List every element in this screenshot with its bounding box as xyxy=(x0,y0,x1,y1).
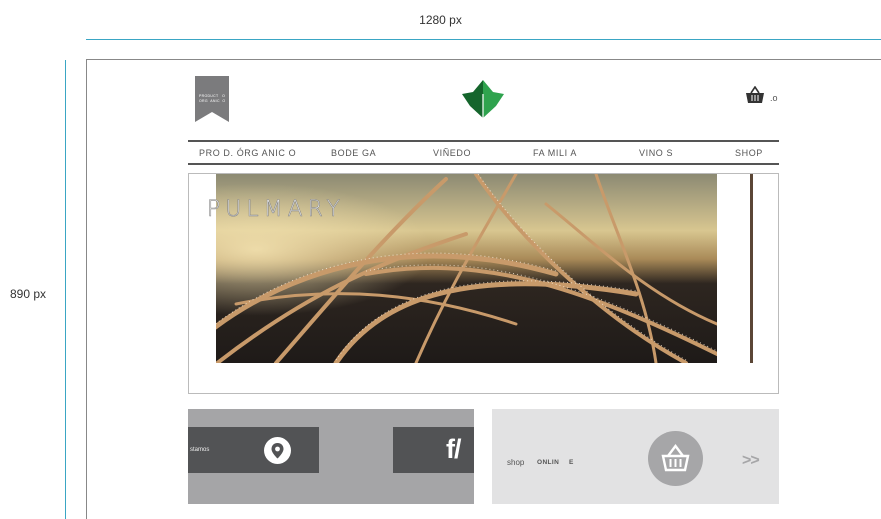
next-arrows-icon[interactable]: >> xyxy=(742,452,760,470)
shop-cart-button[interactable] xyxy=(648,431,703,486)
online-label-suffix: E xyxy=(569,459,574,466)
cart-icon[interactable] xyxy=(745,86,765,104)
main-nav: PRO D. ÓRG ANIC O BODE GA VIÑEDO FA MILI… xyxy=(188,142,779,163)
nav-item-bodega[interactable]: BODE GA xyxy=(331,148,376,158)
social-bar[interactable] xyxy=(393,427,474,473)
height-guide-line xyxy=(65,60,66,519)
nav-item-producto-organico[interactable]: PRO D. ÓRG ANIC O xyxy=(199,148,296,158)
nav-item-vinedo[interactable]: VIÑEDO xyxy=(433,148,471,158)
shop-label: shop xyxy=(507,458,525,467)
hero-title: PULMARY xyxy=(207,197,345,223)
nav-item-familia[interactable]: FA MILI A xyxy=(533,148,577,158)
width-guide-line xyxy=(86,39,881,40)
cart-count: .o xyxy=(770,93,778,103)
hero-side-strip xyxy=(750,174,753,363)
location-pin-icon[interactable] xyxy=(264,437,291,464)
leaf-logo-icon[interactable] xyxy=(462,80,504,120)
nav-divider-bottom xyxy=(188,163,779,165)
shop-basket-icon xyxy=(661,444,690,472)
nav-item-shop[interactable]: SHOP xyxy=(735,148,763,158)
location-label: stamos xyxy=(190,447,210,453)
height-annotation: 890 px xyxy=(10,287,47,301)
online-label: ONLIN xyxy=(537,459,560,466)
shop-online-panel[interactable] xyxy=(492,409,779,504)
width-annotation: 1280 px xyxy=(419,13,462,27)
ribbon-label: PRODUCT O ORG ANIC O xyxy=(199,94,226,103)
nav-item-vinos[interactable]: VINO S xyxy=(639,148,673,158)
facebook-icon[interactable]: f/ xyxy=(446,434,461,465)
